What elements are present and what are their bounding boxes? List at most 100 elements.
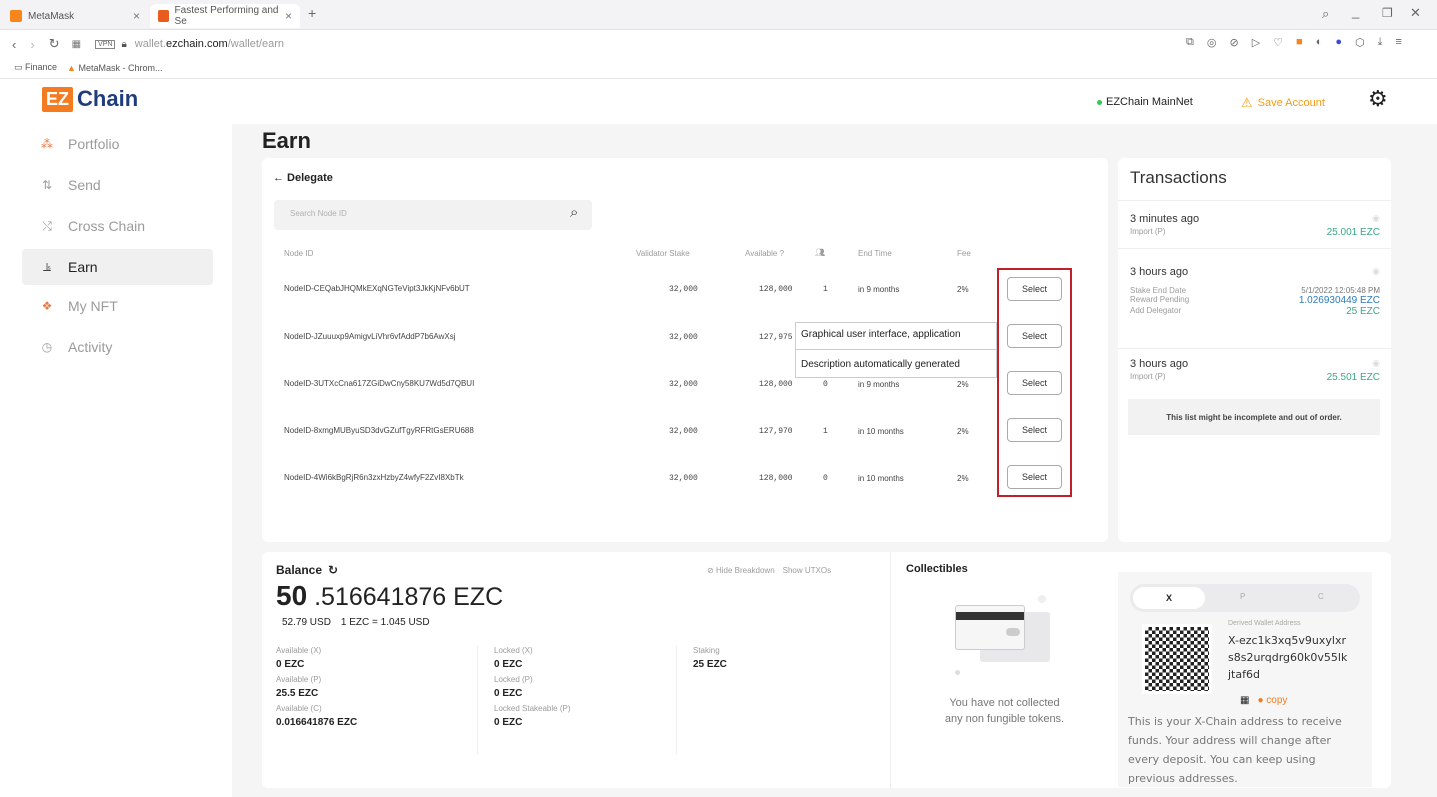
transaction-item[interactable]: 3 hours ago ◉ Import (P) 25.501 EZC [1130, 358, 1380, 383]
sidebar-item-portfolio[interactable]: ⁂ Portfolio [22, 126, 213, 162]
help-icon: ? [779, 249, 785, 258]
tab-c-chain[interactable]: C [1318, 592, 1324, 601]
validator-stake: 32,000 [669, 333, 698, 342]
close-icon[interactable]: × [285, 9, 292, 23]
browser-extensions: ⧉ ◎ ⊘ ▷ ♡ ■ ◐ ● ⬡ ⤓ ≡ [1186, 36, 1402, 49]
bookmark-metamask[interactable]: ▲ MetaMask - Chrom... [67, 63, 162, 73]
end-time: in 10 months [858, 427, 904, 436]
column-available: Available ? [745, 249, 785, 258]
minimize-button[interactable]: _ [1352, 4, 1359, 19]
reload-button[interactable]: ↻ [49, 36, 60, 52]
copy-button[interactable]: ● copy [1257, 695, 1287, 706]
vpn-icon[interactable]: VPN [95, 39, 116, 49]
amount: 1.026930449 EZC [1298, 295, 1380, 306]
breakdown-controls: ⊘ Hide Breakdown Show UTXOs [707, 566, 831, 575]
transactions-notice: This list might be incomplete and out of… [1128, 399, 1380, 435]
screenshot-icon[interactable]: ⧉ [1186, 36, 1194, 49]
block-icon[interactable]: ⊘ [1229, 36, 1238, 49]
status-dot-icon [1097, 99, 1102, 105]
tooltip-divider [796, 349, 996, 350]
collectibles-empty-message: You have not collected any non fungible … [944, 697, 1065, 725]
back-button[interactable]: ‹ [12, 37, 16, 52]
eye-icon[interactable]: ◉ [1372, 213, 1380, 224]
fee: 2% [957, 427, 969, 436]
transaction-time: 3 minutes ago [1130, 213, 1200, 225]
send-arrow-icon[interactable]: ▷ [1252, 36, 1260, 49]
search-tabs-icon[interactable]: ⌕ [1322, 6, 1329, 22]
delegator-count: 1 [823, 427, 828, 436]
address-panel: X P C Derived Wallet Address X-ezc1k3xq5… [1118, 572, 1372, 787]
sidebar-item-send[interactable]: ⇅ Send [22, 167, 213, 203]
warning-icon: ⚠ [1241, 95, 1253, 110]
save-account-button[interactable]: ⚠ Save Account [1241, 95, 1325, 111]
validator-stake: 32,000 [669, 285, 698, 294]
tab-x-chain[interactable]: X [1133, 587, 1205, 609]
forward-button[interactable]: › [30, 37, 34, 52]
column-fee: Fee [957, 249, 971, 258]
camera-icon[interactable]: ◎ [1207, 36, 1217, 49]
show-utxos-button[interactable]: Show UTXOs [783, 566, 831, 575]
earn-icon: ⫡ [42, 259, 51, 274]
breakdown-staking: Staking 25 EZC [693, 646, 727, 670]
transaction-time: 3 hours ago [1130, 358, 1189, 370]
address-bar: ‹ › ↻ ▦ VPN 🔒︎ wallet.ezchain.com/wallet… [0, 31, 1437, 57]
qr-icon[interactable]: ▦ [1240, 695, 1249, 706]
tab-ezchain[interactable]: Fastest Performing and Se × [150, 4, 300, 28]
address-actions: ▦ ● copy [1240, 695, 1287, 706]
heart-icon[interactable]: ♡ [1273, 36, 1283, 49]
balance-title: Balance [276, 563, 323, 577]
transactions-card: Transactions 3 minutes ago ◉ Import (P) … [1118, 158, 1391, 542]
eye-icon[interactable]: ◉ [1372, 266, 1380, 277]
transaction-time: 3 hours ago [1130, 266, 1189, 278]
node-id: NodeID-8xmgMUByuSD3dvGZufTgyRFRtGsERU688 [284, 426, 474, 435]
sidebar-item-activity[interactable]: ◷ Activity [22, 329, 213, 365]
cross-chain-icon: ⤭ [42, 218, 52, 233]
metamask-icon [10, 10, 22, 22]
end-time: in 9 months [858, 285, 900, 294]
metamask-extension-icon[interactable]: ■ [1296, 36, 1303, 49]
search-icon[interactable]: ⌕ [570, 204, 578, 221]
new-tab-button[interactable]: + [308, 5, 316, 21]
menu-icon[interactable]: ≡ [1395, 36, 1401, 49]
close-icon[interactable]: × [133, 9, 140, 23]
nft-icon: ❖ [41, 299, 53, 313]
usd-value: 52.79 USD 1 EZC = 1.045 USD [282, 617, 430, 628]
extension-circle-icon[interactable]: ● [1335, 36, 1342, 49]
tab-metamask[interactable]: MetaMask × [2, 4, 148, 28]
network-indicator[interactable]: EZChain MainNet [1097, 96, 1193, 108]
download-icon[interactable]: ⤓ [1378, 36, 1383, 49]
close-window-button[interactable]: ✕ [1410, 5, 1421, 21]
back-to-delegate-link[interactable]: ← Delegate [273, 172, 333, 184]
network-name: EZChain MainNet [1106, 96, 1193, 108]
search-node-input[interactable]: Search Node ID ⌕ [274, 200, 592, 230]
cube-icon[interactable]: ⬡ [1355, 36, 1365, 49]
portfolio-icon: ⁂ [41, 137, 53, 151]
gear-icon[interactable]: ⚙ [1368, 86, 1388, 112]
wallet-icon[interactable]: ◐ [1316, 36, 1323, 49]
bookmark-finance[interactable]: ▭ Finance [14, 62, 57, 73]
activity-icon: ◷ [41, 340, 53, 354]
transaction-item[interactable]: 3 minutes ago ◉ Import (P) 25.001 EZC [1130, 213, 1380, 238]
hide-breakdown-button[interactable]: ⊘ Hide Breakdown [707, 566, 775, 575]
restore-button[interactable]: ❐ [1382, 6, 1393, 20]
url-field[interactable]: wallet.ezchain.com/wallet/earn [135, 38, 284, 50]
fee: 2% [957, 474, 969, 483]
address-info: This is your X-Chain address to receive … [1128, 715, 1342, 785]
divider [676, 646, 677, 754]
delegate-card: ← Delegate Search Node ID ⌕ Node ID Vali… [262, 158, 1108, 542]
sidebar-item-earn[interactable]: ⫡ Earn [22, 249, 213, 285]
transaction-item[interactable]: 3 hours ago ◉ Stake End Date 5/1/2022 12… [1130, 266, 1380, 317]
qr-code [1142, 624, 1212, 694]
divider [890, 552, 891, 788]
tab-p-chain[interactable]: P [1240, 592, 1245, 601]
sidebar-item-cross-chain[interactable]: ⤭ Cross Chain [22, 208, 213, 244]
tooltip-line-1: Graphical user interface, application [801, 329, 961, 340]
refresh-icon[interactable]: ↻ [328, 563, 338, 577]
delegator-count: 0 [823, 380, 828, 389]
tab-title: MetaMask [28, 10, 75, 22]
apps-grid-icon[interactable]: ▦ [72, 39, 81, 50]
divider [1118, 200, 1391, 201]
sidebar-item-my-nft[interactable]: ❖ My NFT [22, 288, 213, 324]
logo[interactable]: EZ Chain [42, 86, 138, 112]
eye-icon[interactable]: ◉ [1372, 358, 1380, 369]
